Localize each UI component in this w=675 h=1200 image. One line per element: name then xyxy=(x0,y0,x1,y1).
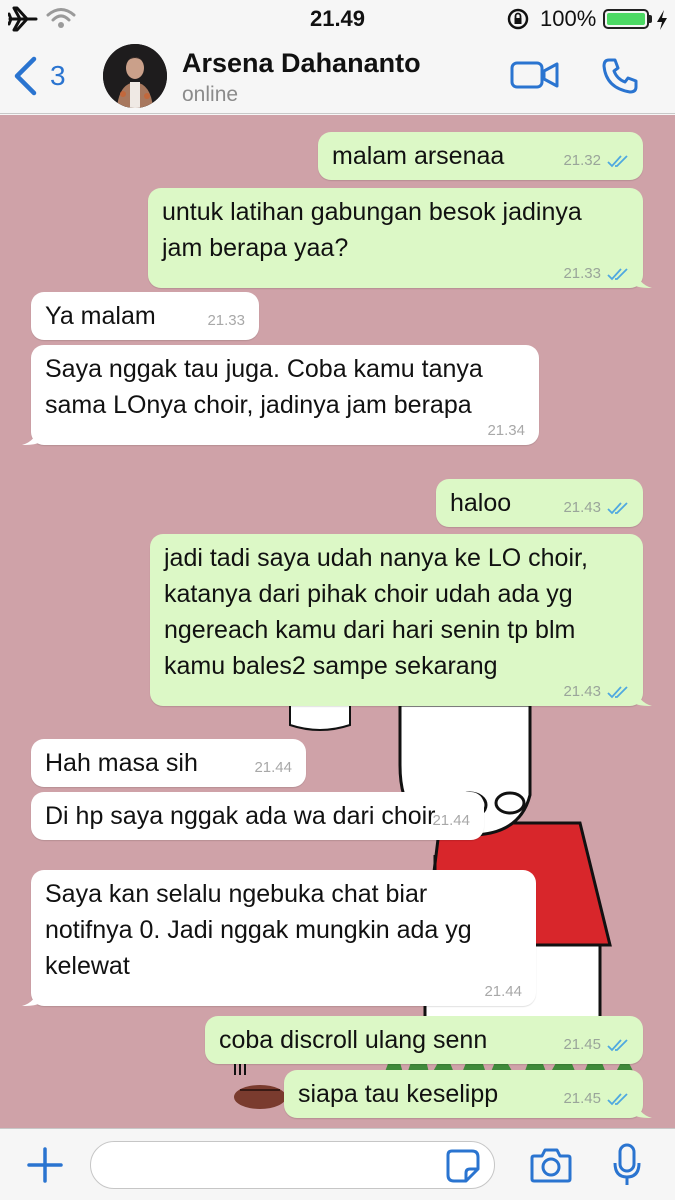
message-meta: 21.33 xyxy=(563,266,629,282)
outgoing-message[interactable]: siapa tau keselipp 21.45 xyxy=(284,1070,652,1118)
message-text: Saya kan selalu ngebuka chat biar notifn… xyxy=(45,880,472,980)
charging-bolt-icon xyxy=(657,10,667,30)
avatar[interactable] xyxy=(103,44,167,108)
incoming-message[interactable]: Ya malam 21.33 xyxy=(31,292,259,340)
message-time: 21.44 xyxy=(484,983,522,1000)
message-time: 21.43 xyxy=(563,499,601,516)
input-bar xyxy=(0,1128,675,1200)
microphone-icon[interactable] xyxy=(612,1143,642,1187)
read-ticks-icon xyxy=(607,1093,628,1106)
unread-count: 3 xyxy=(50,60,66,91)
outgoing-message[interactable]: jadi tadi saya udah nanya ke LO choir, k… xyxy=(150,534,652,706)
message-meta: 21.43 xyxy=(563,500,629,516)
message-meta: 21.33 xyxy=(207,313,245,329)
plus-icon[interactable] xyxy=(25,1145,65,1185)
status-bar: 21.49 100% xyxy=(0,0,675,38)
read-ticks-icon xyxy=(607,686,628,699)
message-text: Saya nggak tau juga. Coba kamu tanya sam… xyxy=(45,355,483,419)
message-meta: 21.32 xyxy=(563,153,629,169)
outgoing-message[interactable]: coba discroll ulang senn 21.45 xyxy=(205,1016,643,1064)
message-time: 21.33 xyxy=(207,312,245,329)
outgoing-message[interactable]: malam arsenaa 21.32 xyxy=(318,132,643,180)
phone-icon[interactable] xyxy=(600,56,640,96)
outgoing-message[interactable]: untuk latihan gabungan besok jadinya jam… xyxy=(148,188,652,288)
contact-name[interactable]: Arsena Dahananto xyxy=(182,48,421,79)
incoming-message[interactable]: Saya nggak tau juga. Coba kamu tanya sam… xyxy=(22,345,539,445)
message-meta: 21.34 xyxy=(487,423,525,439)
read-ticks-icon xyxy=(607,155,628,168)
message-time: 21.45 xyxy=(563,1036,601,1053)
camera-icon[interactable] xyxy=(530,1147,572,1183)
incoming-message[interactable]: Hah masa sih 21.44 xyxy=(31,739,306,787)
battery-tip xyxy=(649,15,652,23)
chat-area[interactable]: malam arsenaa 21.32 untuk latihan gabungan… xyxy=(0,115,675,1128)
chat-header: 3 Arsena Dahananto online xyxy=(0,38,675,114)
bubble-tail xyxy=(636,1100,652,1118)
message-meta: 21.43 xyxy=(563,684,629,700)
video-call-icon[interactable] xyxy=(510,58,560,92)
back-button[interactable]: 3 xyxy=(12,54,66,98)
message-time: 21.44 xyxy=(432,812,470,829)
message-meta: 21.44 xyxy=(254,760,292,776)
read-ticks-icon xyxy=(607,502,628,515)
message-input[interactable] xyxy=(90,1141,495,1189)
message-meta: 21.45 xyxy=(563,1091,629,1107)
chevron-left-icon xyxy=(14,56,37,96)
bubble-tail xyxy=(636,270,652,288)
message-time: 21.32 xyxy=(563,152,601,169)
message-text: untuk latihan gabungan besok jadinya jam… xyxy=(162,198,582,262)
message-meta: 21.45 xyxy=(563,1037,629,1053)
bubble-tail xyxy=(22,427,38,445)
incoming-message[interactable]: Di hp saya nggak ada wa dari choir 21.44 xyxy=(31,792,484,840)
message-time: 21.34 xyxy=(487,422,525,439)
read-ticks-icon xyxy=(607,1039,628,1052)
message-meta: 21.44 xyxy=(484,984,522,1000)
message-time: 21.45 xyxy=(563,1090,601,1107)
bubble-tail xyxy=(636,688,652,706)
message-meta: 21.44 xyxy=(432,813,470,829)
bubble-tail xyxy=(22,988,38,1006)
message-time: 21.33 xyxy=(563,265,601,282)
message-time: 21.43 xyxy=(563,683,601,700)
battery-percent: 100% xyxy=(540,6,597,31)
sticker-icon[interactable] xyxy=(446,1149,480,1183)
read-ticks-icon xyxy=(607,268,628,281)
message-text: jadi tadi saya udah nanya ke LO choir, k… xyxy=(164,544,588,680)
incoming-message[interactable]: Saya kan selalu ngebuka chat biar notifn… xyxy=(22,870,536,1006)
outgoing-message[interactable]: haloo 21.43 xyxy=(436,479,643,527)
message-time: 21.44 xyxy=(254,759,292,776)
contact-status: online xyxy=(182,83,239,106)
message-text: Di hp saya nggak ada wa dari choir xyxy=(45,802,436,830)
rotation-lock-icon xyxy=(507,8,529,30)
battery-icon xyxy=(603,9,649,29)
